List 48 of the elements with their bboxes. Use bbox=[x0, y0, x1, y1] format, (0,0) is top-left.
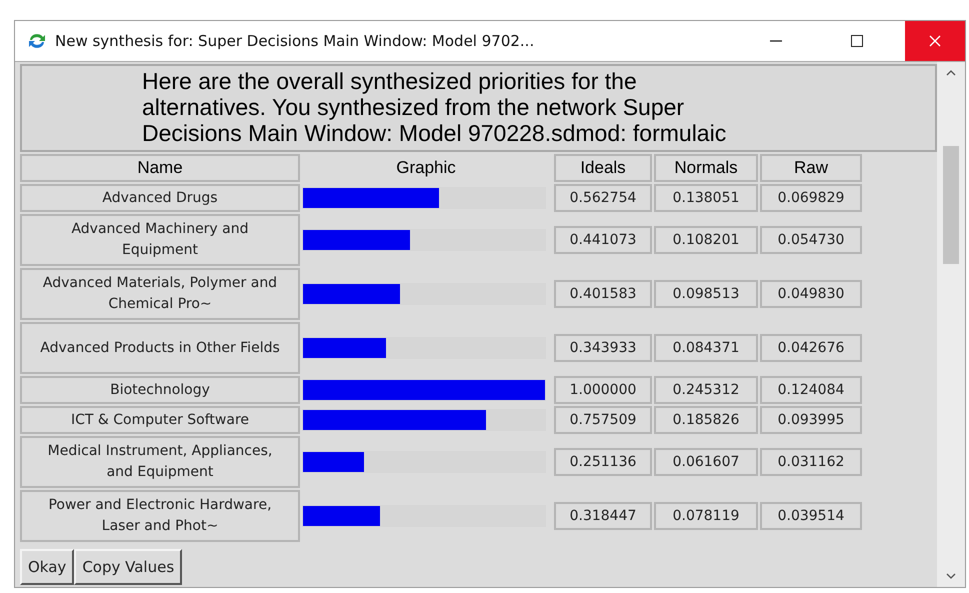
value-cell: 0.061607 bbox=[654, 448, 758, 476]
close-icon bbox=[929, 35, 941, 47]
message-text: Here are the overall synthesized priorities for the alternatives. You synthesized from the network Super Decisions Main Window: Model 970228.sdmod: formulaic bbox=[20, 64, 937, 152]
value-cell: 0.098513 bbox=[654, 280, 758, 308]
name-cell: Advanced Drugs bbox=[20, 184, 300, 212]
name-cell: Advanced Machinery and Equipment bbox=[20, 214, 300, 266]
column-header: Raw bbox=[760, 154, 862, 182]
value-cell: 0.124084 bbox=[760, 376, 862, 404]
value-cell: 0.441073 bbox=[554, 226, 652, 254]
column-header: Graphic bbox=[395, 157, 457, 180]
value-cell: 0.757509 bbox=[554, 406, 652, 434]
app-icon bbox=[27, 33, 47, 49]
value-cell: 0.069829 bbox=[760, 184, 862, 212]
value-cell: 0.093995 bbox=[760, 406, 862, 434]
column-header: Normals bbox=[654, 154, 758, 182]
maximize-icon[interactable] bbox=[851, 35, 863, 47]
value-cell: 0.031162 bbox=[760, 448, 862, 476]
value-cell: 0.245312 bbox=[654, 376, 758, 404]
name-cell: Advanced Materials, Polymer and Chemical Pro~ bbox=[20, 268, 300, 320]
value-cell: 0.078119 bbox=[654, 502, 758, 530]
dialog-button[interactable]: Okay bbox=[20, 549, 74, 585]
column-header: Name bbox=[20, 154, 300, 182]
value-cell: 0.108201 bbox=[654, 226, 758, 254]
name-cell: Biotechnology bbox=[20, 376, 300, 404]
value-cell: 1.000000 bbox=[554, 376, 652, 404]
name-cell: ICT & Computer Software bbox=[20, 406, 300, 434]
scroll-up-icon[interactable] bbox=[946, 70, 956, 76]
value-cell: 0.562754 bbox=[554, 184, 652, 212]
value-cell: 0.343933 bbox=[554, 334, 652, 362]
scrollbar-thumb[interactable] bbox=[943, 146, 959, 264]
name-cell: Medical Instrument, Appliances, and Equipment bbox=[20, 436, 300, 488]
value-cell: 0.054730 bbox=[760, 226, 862, 254]
value-cell: 0.318447 bbox=[554, 502, 652, 530]
dialog-button[interactable]: Copy Values bbox=[74, 549, 182, 585]
scrollbar[interactable] bbox=[937, 62, 965, 587]
column-header: Ideals bbox=[554, 154, 652, 182]
value-cell: 0.049830 bbox=[760, 280, 862, 308]
name-cell: Power and Electronic Hardware, Laser and Phot~ bbox=[20, 490, 300, 542]
value-cell: 0.185826 bbox=[654, 406, 758, 434]
name-cell: Advanced Products in Other Fields bbox=[20, 322, 300, 374]
value-cell: 0.042676 bbox=[760, 334, 862, 362]
value-cell: 0.138051 bbox=[654, 184, 758, 212]
value-cell: 0.084371 bbox=[654, 334, 758, 362]
value-cell: 0.251136 bbox=[554, 448, 652, 476]
window-title: New synthesis for: Super Decisions Main Window: Model 9702... bbox=[55, 30, 534, 52]
value-cell: 0.401583 bbox=[554, 280, 652, 308]
value-cell: 0.039514 bbox=[760, 502, 862, 530]
scroll-down-icon[interactable] bbox=[946, 573, 956, 579]
